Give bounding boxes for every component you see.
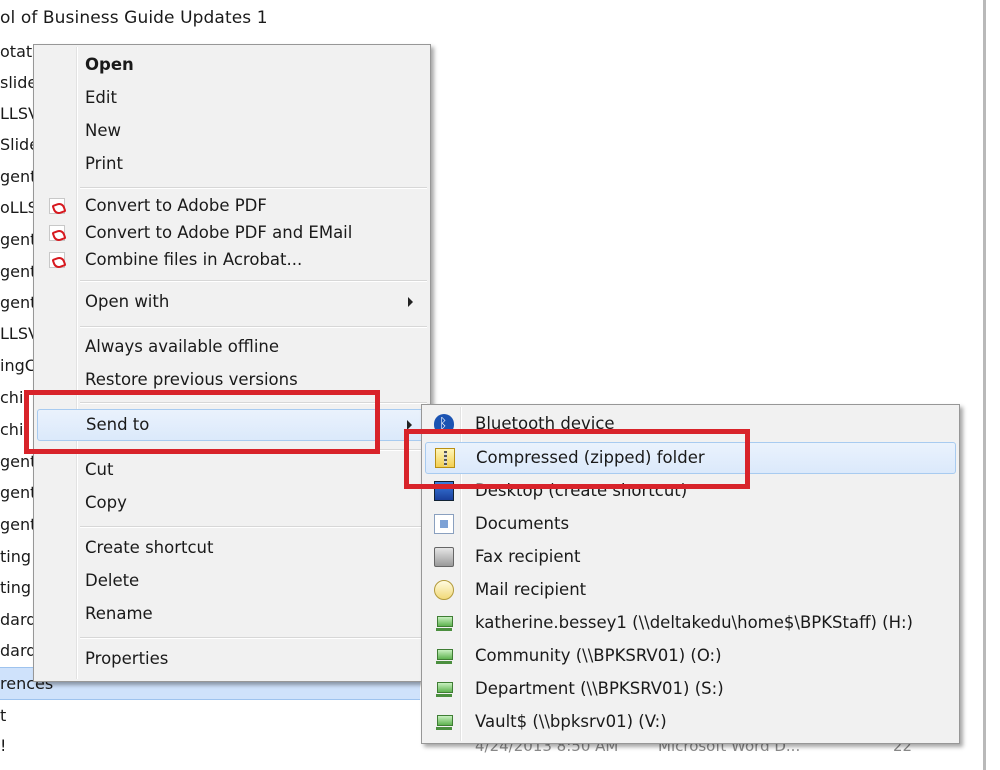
- fax-icon: [434, 547, 454, 567]
- menu-item-label: Delete: [85, 571, 140, 590]
- acrobat-combine-icon: [49, 252, 65, 268]
- menu-item-print[interactable]: Print: [37, 149, 427, 179]
- send-to-drive-s[interactable]: Department (\\BPKSRV01) (S:): [425, 674, 956, 704]
- file-list-item[interactable]: t: [0, 700, 60, 731]
- send-to-mail[interactable]: Mail recipient: [425, 575, 956, 605]
- menu-separator: [80, 280, 427, 282]
- send-to-documents[interactable]: Documents: [425, 509, 956, 539]
- menu-item-label: Create shortcut: [85, 538, 214, 557]
- menu-item-label: Department (\\BPKSRV01) (S:): [475, 679, 724, 698]
- menu-item-label: Copy: [85, 493, 127, 512]
- menu-item-label: Properties: [85, 649, 169, 668]
- menu-item-open[interactable]: Open: [37, 50, 427, 80]
- menu-item-label: Mail recipient: [475, 580, 587, 599]
- compressed-folder-callout-box: [404, 429, 750, 489]
- file-list-item[interactable]: !: [0, 730, 60, 761]
- menu-item-label: Convert to Adobe PDF and EMail: [85, 223, 353, 242]
- adobe-pdf-icon: [49, 198, 65, 214]
- menu-item-convert-pdf[interactable]: Convert to Adobe PDF: [37, 191, 427, 221]
- menu-item-label: Open: [85, 55, 134, 74]
- menu-item-label: katherine.bessey1 (\\deltakedu\home$\BPK…: [475, 613, 913, 632]
- menu-item-combine-acrobat[interactable]: Combine files in Acrobat...: [37, 245, 427, 275]
- network-drive-icon: [434, 646, 454, 666]
- menu-separator: [80, 637, 427, 639]
- submenu-arrow-icon: [408, 297, 413, 307]
- menu-item-label: Edit: [85, 88, 117, 107]
- menu-item-convert-pdf-email[interactable]: Convert to Adobe PDF and EMail: [37, 218, 427, 248]
- window-frame-edge: [983, 0, 986, 770]
- menu-item-label: Community (\\BPKSRV01) (O:): [475, 646, 722, 665]
- send-to-drive-o[interactable]: Community (\\BPKSRV01) (O:): [425, 641, 956, 671]
- send-to-drive-v[interactable]: Vault$ (\\bpksrv01) (V:): [425, 707, 956, 737]
- menu-item-create-shortcut[interactable]: Create shortcut: [37, 533, 427, 563]
- menu-separator: [80, 526, 427, 528]
- adobe-pdf-email-icon: [49, 225, 65, 241]
- menu-item-label: Fax recipient: [475, 547, 581, 566]
- menu-item-cut[interactable]: Cut: [37, 455, 427, 485]
- context-menu: Open Edit New Print Convert to Adobe PDF…: [33, 44, 431, 682]
- menu-item-label: Cut: [85, 460, 114, 479]
- menu-separator: [80, 326, 427, 328]
- network-drive-icon: [434, 679, 454, 699]
- network-drive-icon: [434, 613, 454, 633]
- menu-item-label: New: [85, 121, 121, 140]
- send-to-callout-box: [24, 390, 380, 454]
- menu-item-rename[interactable]: Rename: [37, 599, 427, 629]
- menu-item-copy[interactable]: Copy: [37, 488, 427, 518]
- menu-item-open-with[interactable]: Open with: [37, 287, 427, 317]
- menu-item-label: Vault$ (\\bpksrv01) (V:): [475, 712, 667, 731]
- menu-item-label: Rename: [85, 604, 153, 623]
- menu-item-label: Print: [85, 154, 123, 173]
- send-to-drive-h[interactable]: katherine.bessey1 (\\deltakedu\home$\BPK…: [425, 608, 956, 638]
- menu-item-label: Documents: [475, 514, 570, 533]
- menu-item-new[interactable]: New: [37, 116, 427, 146]
- menu-item-properties[interactable]: Properties: [37, 644, 427, 674]
- documents-icon: [434, 514, 454, 534]
- menu-item-offline[interactable]: Always available offline: [37, 332, 427, 362]
- menu-separator: [80, 187, 427, 189]
- menu-item-label: Convert to Adobe PDF: [85, 196, 267, 215]
- menu-item-delete[interactable]: Delete: [37, 566, 427, 596]
- folder-title: ol of Business Guide Updates 1: [0, 8, 268, 28]
- mail-icon: [434, 580, 454, 600]
- network-drive-icon: [434, 712, 454, 732]
- send-to-fax[interactable]: Fax recipient: [425, 542, 956, 572]
- menu-item-label: Always available offline: [85, 337, 280, 356]
- menu-item-edit[interactable]: Edit: [37, 83, 427, 113]
- menu-item-label: Combine files in Acrobat...: [85, 250, 303, 269]
- menu-item-label: Open with: [85, 292, 170, 311]
